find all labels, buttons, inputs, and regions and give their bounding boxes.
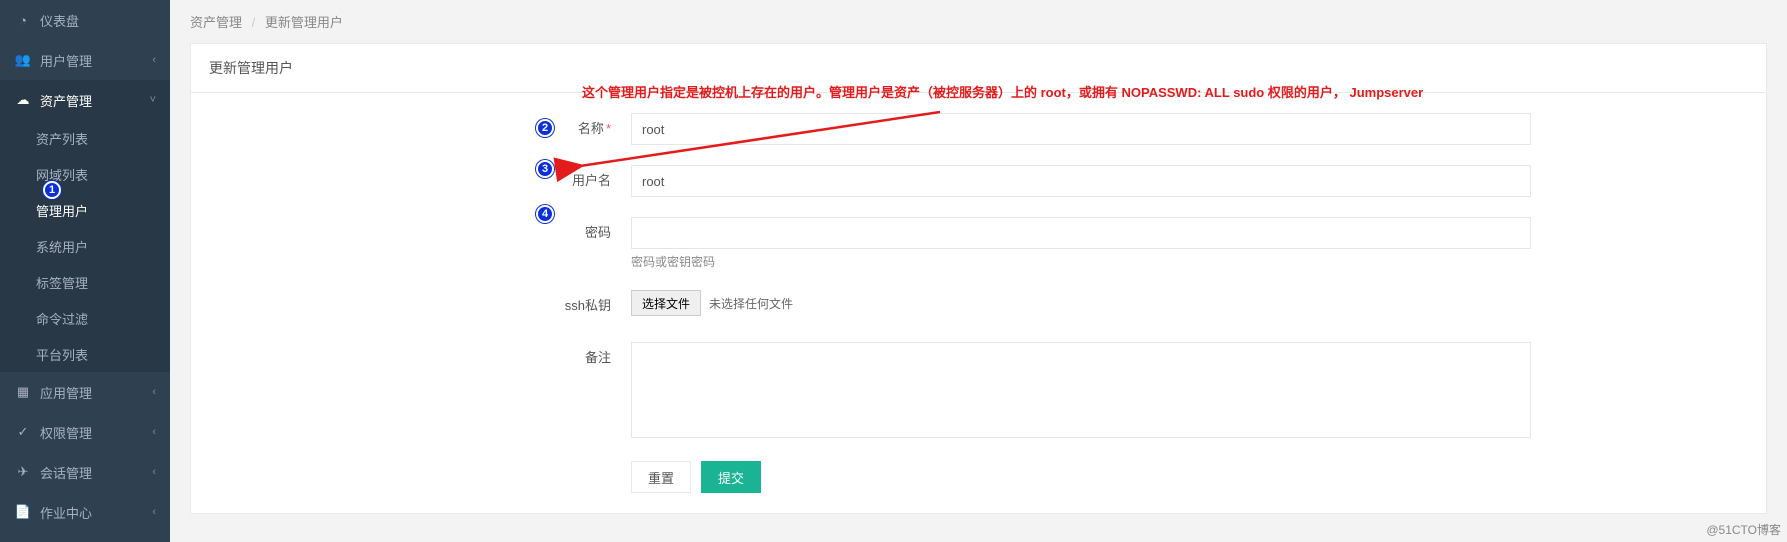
annotation-badge-3: 3: [536, 160, 554, 178]
sidebar-sub-domain-list[interactable]: 网域列表: [0, 156, 170, 192]
sidebar-item-users[interactable]: 👥 用户管理 ‹: [0, 40, 170, 80]
sidebar-item-label: 平台列表: [36, 345, 88, 364]
chevron-left-icon: ‹: [152, 466, 156, 478]
note-textarea[interactable]: [631, 342, 1531, 438]
sidebar-sub-platform[interactable]: 平台列表: [0, 336, 170, 372]
password-input[interactable]: [631, 217, 1531, 249]
sidebar-item-dashboard[interactable]: ◔ 仪表盘: [0, 0, 170, 40]
sidebar-item-jobs[interactable]: 📄 作业中心 ‹: [0, 492, 170, 532]
sidebar-item-perms[interactable]: ✓ 权限管理 ‹: [0, 412, 170, 452]
label-name: 名称*: [191, 113, 631, 145]
choose-file-button[interactable]: 选择文件: [631, 290, 701, 316]
form-panel: 更新管理用户 名称* 用户名 密码 密码或密钥密码 ssh私钥: [190, 43, 1767, 514]
username-input[interactable]: [631, 165, 1531, 197]
check-icon: ✓: [14, 424, 32, 440]
content-area: 资产管理 / 更新管理用户 更新管理用户 名称* 用户名 密码 密码或密钥密码: [170, 0, 1787, 542]
sidebar-item-label: 会话管理: [40, 463, 92, 482]
sidebar-item-assets[interactable]: ☁ 资产管理 ˅: [0, 80, 170, 120]
grid-icon: ▦: [14, 384, 32, 400]
sidebar-item-label: 命令过滤: [36, 309, 88, 328]
label-password: 密码: [191, 217, 631, 270]
breadcrumb-sep: /: [252, 15, 256, 30]
sidebar-submenu-assets: 资产列表 网域列表 管理用户 系统用户 标签管理 命令过滤 平台列表: [0, 120, 170, 372]
sidebar-item-label: 应用管理: [40, 383, 92, 402]
annotation-badge-4: 4: [536, 205, 554, 223]
sidebar-item-apps[interactable]: ▦ 应用管理 ‹: [0, 372, 170, 412]
sidebar-item-label: 作业中心: [40, 503, 92, 522]
sidebar-item-label: 仪表盘: [40, 11, 79, 30]
plane-icon: ✈: [14, 464, 32, 480]
annotation-badge-2: 2: [536, 119, 554, 137]
sidebar-item-label: 管理用户: [36, 201, 88, 220]
sidebar: ◔ 仪表盘 👥 用户管理 ‹ ☁ 资产管理 ˅ 资产列表 网域列表 管理用户 系…: [0, 0, 170, 542]
breadcrumb: 资产管理 / 更新管理用户: [170, 0, 1787, 43]
label-note: 备注: [191, 342, 631, 441]
sidebar-item-label: 权限管理: [40, 423, 92, 442]
chevron-left-icon: ‹: [152, 54, 156, 66]
breadcrumb-link-assets[interactable]: 资产管理: [190, 15, 242, 30]
label-sshkey: ssh私钥: [191, 290, 631, 322]
sidebar-item-label: 网域列表: [36, 165, 88, 184]
file-icon: 📄: [14, 504, 32, 520]
users-icon: 👥: [14, 52, 32, 68]
reset-button[interactable]: 重置: [631, 461, 691, 493]
dashboard-icon: ◔: [14, 13, 32, 28]
chevron-left-icon: ‹: [152, 426, 156, 438]
sidebar-item-label: 标签管理: [36, 273, 88, 292]
sidebar-sub-label[interactable]: 标签管理: [0, 264, 170, 300]
sidebar-item-sessions[interactable]: ✈ 会话管理 ‹: [0, 452, 170, 492]
sidebar-sub-system-user[interactable]: 系统用户: [0, 228, 170, 264]
submit-button[interactable]: 提交: [701, 461, 761, 493]
sidebar-item-label: 系统用户: [36, 237, 88, 256]
watermark: @51CTO博客: [1706, 521, 1781, 538]
label-username: 用户名: [191, 165, 631, 197]
sidebar-sub-asset-list[interactable]: 资产列表: [0, 120, 170, 156]
name-input[interactable]: [631, 113, 1531, 145]
sidebar-item-label: 资产管理: [40, 91, 92, 110]
sidebar-sub-admin-user[interactable]: 管理用户: [0, 192, 170, 228]
chevron-left-icon: ‹: [152, 506, 156, 518]
panel-title: 更新管理用户: [191, 44, 1766, 93]
file-status: 未选择任何文件: [709, 295, 793, 312]
sidebar-item-label: 用户管理: [40, 51, 92, 70]
annotation-badge-1: 1: [43, 181, 61, 199]
chevron-left-icon: ‹: [152, 386, 156, 398]
chevron-down-icon: ˅: [150, 94, 156, 106]
breadcrumb-current: 更新管理用户: [265, 15, 343, 30]
password-help: 密码或密钥密码: [631, 253, 1531, 270]
cloud-icon: ☁: [14, 92, 32, 108]
sidebar-item-label: 资产列表: [36, 129, 88, 148]
sidebar-sub-cmd-filter[interactable]: 命令过滤: [0, 300, 170, 336]
